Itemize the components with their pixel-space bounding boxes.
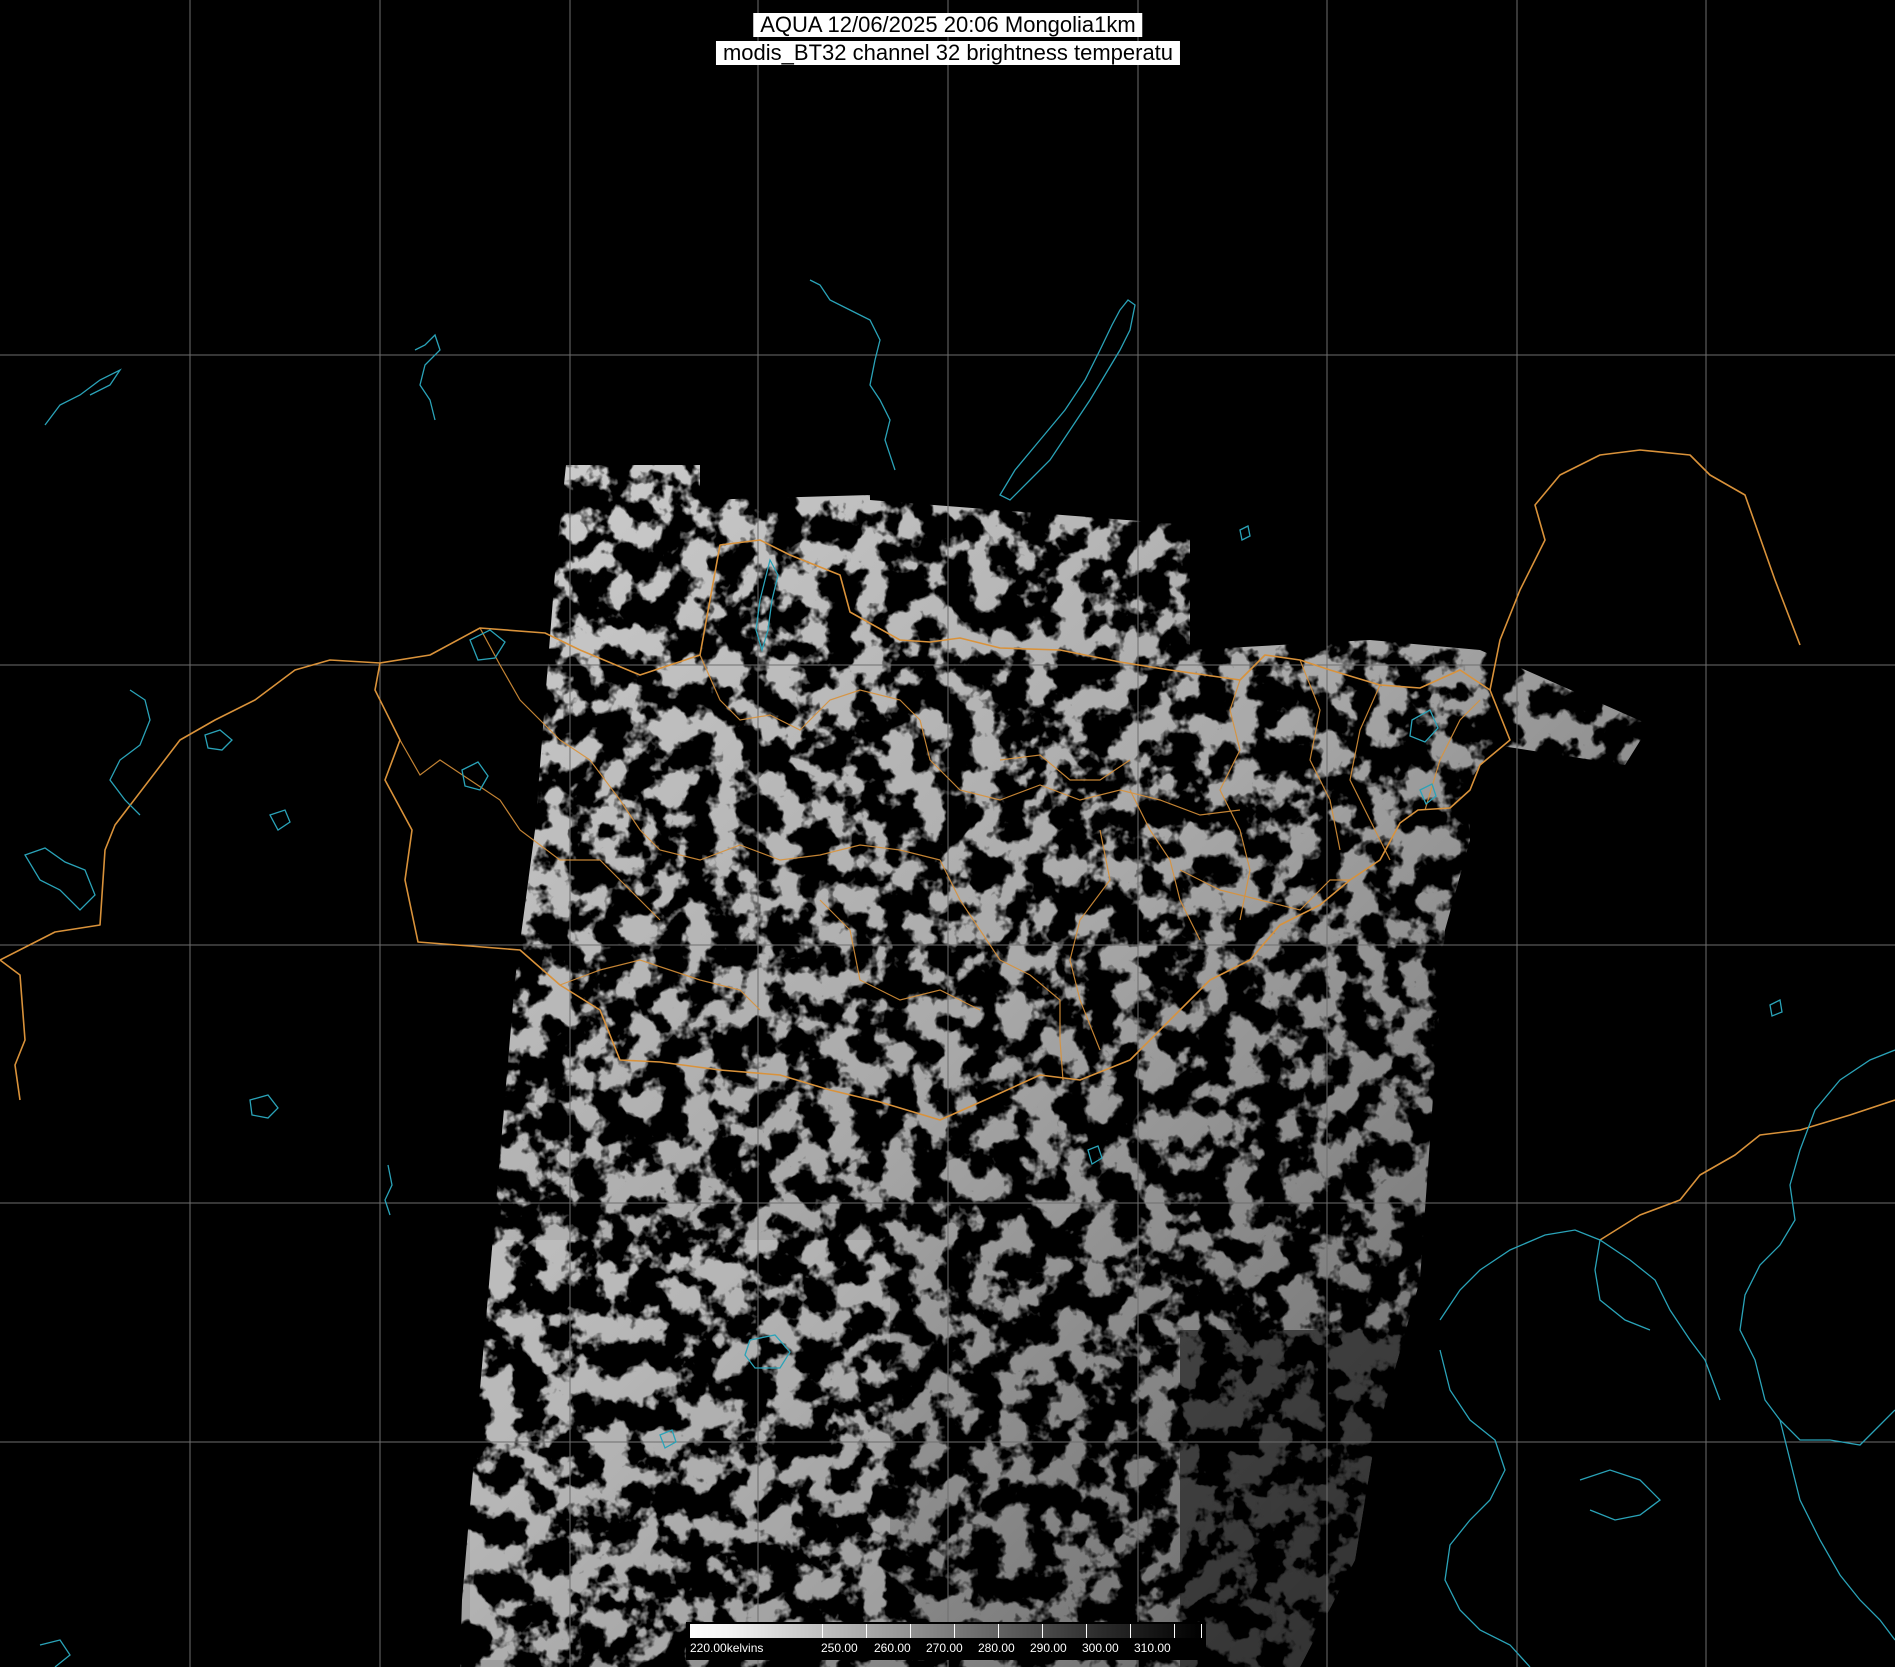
colorbar-label: 290.00 <box>1030 1641 1067 1655</box>
colorbar-label: 250.00 <box>821 1641 858 1655</box>
colorbar-label: 310.00 <box>1134 1641 1171 1655</box>
colorbar-tick <box>822 1624 823 1638</box>
colorbar-label: 270.00 <box>926 1641 963 1655</box>
colorbar-tick <box>954 1624 955 1638</box>
satellite-map[interactable] <box>0 0 1895 1667</box>
colorbar-label: 280.00 <box>978 1641 1015 1655</box>
colorbar-tick <box>866 1624 867 1638</box>
colorbar-label-min: 220.00kelvins <box>690 1641 764 1655</box>
colorbar-gradient <box>690 1624 1202 1638</box>
colorbar-tick <box>1042 1624 1043 1638</box>
map-title-line-2: modis_BT32 channel 32 brightness tempera… <box>715 41 1181 65</box>
colorbar-tick <box>690 1624 691 1638</box>
colorbar-tick <box>1086 1624 1087 1638</box>
colorbar-tick <box>1130 1624 1131 1638</box>
colorbar-tick <box>910 1624 911 1638</box>
colorbar-label: 300.00 <box>1082 1641 1119 1655</box>
colorbar-tick <box>998 1624 999 1638</box>
map-title-line-1: AQUA 12/06/2025 20:06 Mongolia1km <box>753 13 1143 37</box>
colorbar-label: 260.00 <box>874 1641 911 1655</box>
colorbar: 220.00kelvins 250.00 260.00 270.00 280.0… <box>686 1622 1206 1660</box>
colorbar-tick <box>1201 1624 1202 1638</box>
bright-region-lower-left <box>470 1240 890 1660</box>
colorbar-tick <box>1174 1624 1175 1638</box>
